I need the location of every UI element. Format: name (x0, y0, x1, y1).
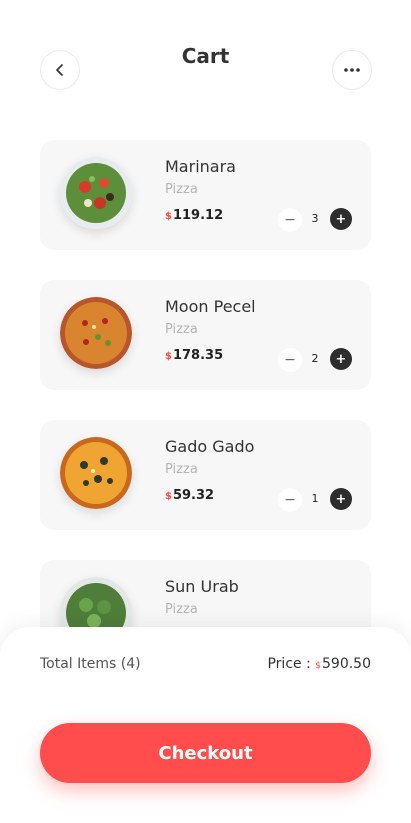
food-image-pizza (60, 297, 132, 369)
item-category: Pizza (165, 182, 198, 197)
checkout-button[interactable]: Checkout (40, 723, 371, 783)
quantity-value: 2 (311, 352, 319, 365)
currency-symbol: $ (165, 351, 172, 362)
item-category: Pizza (165, 462, 198, 477)
quantity-stepper: − 1 + (278, 488, 352, 512)
cart-item[interactable]: Moon Pecel Pizza $178.35 − 2 + (40, 280, 371, 390)
currency-symbol: $ (165, 211, 172, 222)
cart-summary: Total Items (4) Price : $590.50 Checkout (0, 627, 411, 823)
food-image-salad (60, 157, 132, 229)
total-price-value: 590.50 (322, 656, 371, 672)
increase-quantity-button[interactable]: + (330, 488, 352, 510)
item-category: Pizza (165, 322, 198, 337)
item-category: Pizza (165, 602, 198, 617)
decrease-quantity-button[interactable]: − (278, 488, 302, 512)
decrease-quantity-button[interactable]: − (278, 208, 302, 232)
price-value: 178.35 (172, 348, 224, 363)
currency-symbol: $ (315, 661, 321, 671)
item-price: $59.32 (165, 488, 214, 503)
increase-quantity-button[interactable]: + (330, 348, 352, 370)
quantity-stepper: − 3 + (278, 208, 352, 232)
item-name: Moon Pecel (165, 297, 256, 316)
header: Cart (0, 0, 411, 120)
total-price: Price : $590.50 (267, 656, 371, 672)
food-image-pizza (60, 437, 132, 509)
cart-item[interactable]: Marinara Pizza $119.12 − 3 + (40, 140, 371, 250)
cart-item[interactable]: Gado Gado Pizza $59.32 − 1 + (40, 420, 371, 530)
quantity-value: 1 (311, 492, 319, 505)
total-items-label: Total Items (4) (40, 656, 141, 672)
decrease-quantity-button[interactable]: − (278, 348, 302, 372)
price-value: 119.12 (172, 208, 224, 223)
item-price: $119.12 (165, 208, 223, 223)
price-value: 59.32 (172, 488, 215, 503)
item-name: Gado Gado (165, 437, 255, 456)
more-options-button[interactable] (332, 50, 372, 90)
price-label: Price : (267, 656, 311, 672)
more-horizontal-icon (344, 68, 360, 72)
item-name: Sun Urab (165, 577, 239, 596)
increase-quantity-button[interactable]: + (330, 208, 352, 230)
item-name: Marinara (165, 157, 236, 176)
quantity-stepper: − 2 + (278, 348, 352, 372)
quantity-value: 3 (311, 212, 319, 225)
item-price: $178.35 (165, 348, 223, 363)
currency-symbol: $ (165, 491, 172, 502)
